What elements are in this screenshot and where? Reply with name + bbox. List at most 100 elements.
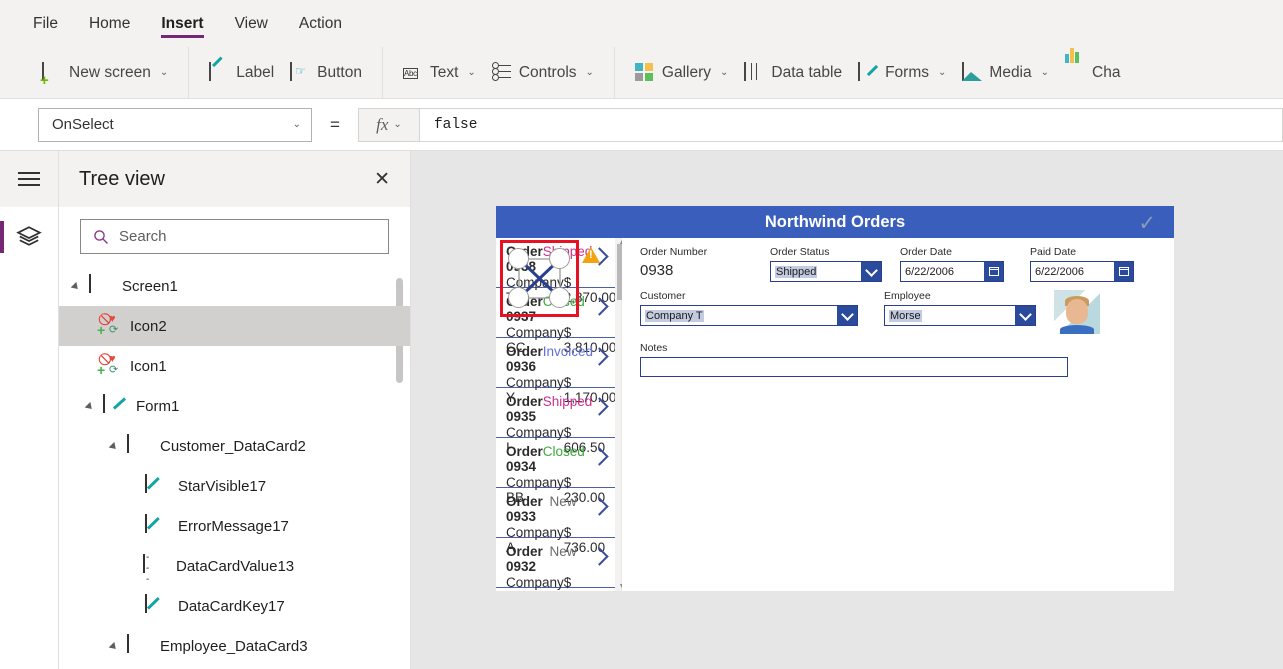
employee-avatar [1054,290,1100,334]
gallery-row[interactable]: Order 0934 Closed Company BB $ 230.00 [496,438,615,505]
notes-input[interactable] [640,357,1068,377]
menu-item-insert[interactable]: Insert [161,0,204,47]
close-icon[interactable]: ✕ [374,170,390,189]
charts-icon [1065,47,1085,83]
tree-item-label: Customer_DataCard2 [160,437,306,455]
rail-item-tree-view[interactable] [0,207,58,267]
menu-item-view[interactable]: View [235,0,268,47]
caret-down-icon[interactable] [111,441,121,451]
left-rail [0,151,59,669]
tree-item-customer-datacard2[interactable]: Customer_DataCard2 [59,426,410,466]
data-table-button[interactable]: Data table [736,58,850,88]
field-order-number: Order Number 0938 [640,246,752,282]
order-date-picker[interactable]: 6/22/2006 [900,261,1004,282]
calendar-icon[interactable] [1114,262,1133,281]
label-button[interactable]: Label [201,58,282,88]
gallery-row[interactable]: Order 0935 Shipped Company I $ 606.50 [496,388,615,455]
order-number-label: Order Number [640,246,708,258]
caret-down-icon[interactable] [111,641,121,651]
new-screen-button[interactable]: + New screen ⌄ [34,58,176,88]
paid-date-picker[interactable]: 6/22/2006 [1030,261,1134,282]
tree-item-datacardvalue13[interactable]: DataCardValue13 [59,546,410,586]
order-number: Order 0934 [506,444,543,474]
chevron-down-icon[interactable] [837,306,857,325]
tree-item-icon1[interactable]: 🚫 ♥ + ⟳ Icon1 [59,346,410,386]
gallery-button[interactable]: Gallery ⌄ [627,58,737,88]
checkmark-icon[interactable]: ✓ [1138,211,1156,236]
plus-icon: + [97,362,106,378]
search-icon [94,229,108,244]
gallery-row[interactable]: Order 0936 Invoiced Company Y $ 1,170.00 [496,338,615,405]
app-title-bar: Northwind Orders ✓ [496,206,1174,238]
search-placeholder: Search [119,228,167,245]
field-employee: Employee Morse [884,290,1036,334]
chevron-down-icon: ⌄ [292,119,301,130]
property-select[interactable]: OnSelect ⌄ [38,107,312,142]
tree-item-datacardkey17[interactable]: DataCardKey17 [59,586,410,626]
media-button-label: Media [989,63,1032,81]
menu-bar: File Home Insert View Action [0,0,1283,47]
field-order-date: Order Date 6/22/2006 [900,246,1012,282]
data-table-icon [744,61,764,83]
menu-item-action[interactable]: Action [299,0,342,47]
employee-dropdown[interactable]: Morse [884,305,1036,326]
caret-down-icon[interactable] [87,401,97,411]
customer-label: Customer [640,290,686,302]
text-input-icon [143,554,169,577]
tree-item-employee-datacard3[interactable]: Employee_DataCard3 [59,626,410,666]
charts-button[interactable]: Cha [1057,47,1128,88]
company-name: Company K [506,575,564,591]
formula-input[interactable]: false [419,107,1283,142]
new-screen-label: New screen [69,63,151,81]
gallery-icon [634,62,655,83]
chevron-down-icon: ⌄ [159,67,169,78]
calendar-icon[interactable] [984,262,1003,281]
button-button-label: Button [317,63,362,81]
form-row-3: Notes [640,342,1160,377]
media-button[interactable]: Media ⌄ [954,58,1057,88]
order-status-label: Order Status [770,246,830,258]
customer-dropdown[interactable]: Company T [640,305,858,326]
gallery-row[interactable]: Order 0937 Closed Company CC $ 3,810.00 [496,288,615,355]
datacard-icon [127,434,153,457]
tree-item-starvisible17[interactable]: StarVisible17 [59,466,410,506]
tree-item-icon2[interactable]: 🚫 ♥ + ⟳ Icon2 [59,306,410,346]
tree-item-form1[interactable]: Form1 [59,386,410,426]
gallery-button-label: Gallery [661,63,712,81]
employee-label: Employee [884,290,931,302]
menu-item-file[interactable]: File [33,0,58,47]
forms-button[interactable]: Forms ⌄ [850,58,954,88]
tree-view-layers-icon [16,226,42,246]
controls-button[interactable]: Controls ⌄ [484,58,602,88]
order-number: Order 0935 [506,394,543,424]
chevron-down-icon: ⌄ [393,119,402,130]
button-icon [290,61,310,83]
gallery-row[interactable]: Order 0933 New Company A $ 736.00 [496,488,615,555]
gallery-row[interactable]: Order 0938 Shipped Company T $ 2,870.00 [496,238,615,305]
chevron-down-icon[interactable] [861,262,881,281]
ribbon-group-data: Gallery ⌄ Data table Forms ⌄ Media ⌄ Cha [615,47,1141,98]
caret-down-icon[interactable] [73,281,83,291]
tree-item-errormessage17[interactable]: ErrorMessage17 [59,506,410,546]
order-status-dropdown[interactable]: Shipped [770,261,882,282]
field-paid-date: Paid Date 6/22/2006 [1030,246,1142,282]
fx-button[interactable]: fx ⌄ [357,107,420,142]
paid-date-label: Paid Date [1030,246,1077,258]
tree-item-screen1[interactable]: Screen1 [59,266,410,306]
order-detail-form: Order Number 0938 Order Status Shipped O… [622,238,1174,591]
chevron-down-icon[interactable] [1015,306,1035,325]
forms-icon [858,61,878,83]
text-button[interactable]: Abc Text ⌄ [395,58,484,88]
forms-button-label: Forms [885,63,930,81]
orders-gallery: Order 0938 Shipped Company T $ 2,870.00 … [496,238,615,591]
gallery-scrollbar[interactable]: ▲ ▼ [614,238,625,591]
gallery-row[interactable]: Order 0932 New Company K $ 800.00 [496,538,615,591]
tree-view-panel: Tree view ✕ Search Screen1 🚫 ♥ + ⟳ Icon2… [59,151,411,669]
app-canvas: Northwind Orders ✓ Order 0938 Shipped Co… [411,151,1283,669]
button-button[interactable]: Button [282,58,370,88]
search-input[interactable]: Search [80,219,389,254]
label-icon [145,474,171,497]
hamburger-menu-button[interactable] [0,151,58,207]
refresh-icon: ⟳ [109,324,119,336]
menu-item-home[interactable]: Home [89,0,130,47]
